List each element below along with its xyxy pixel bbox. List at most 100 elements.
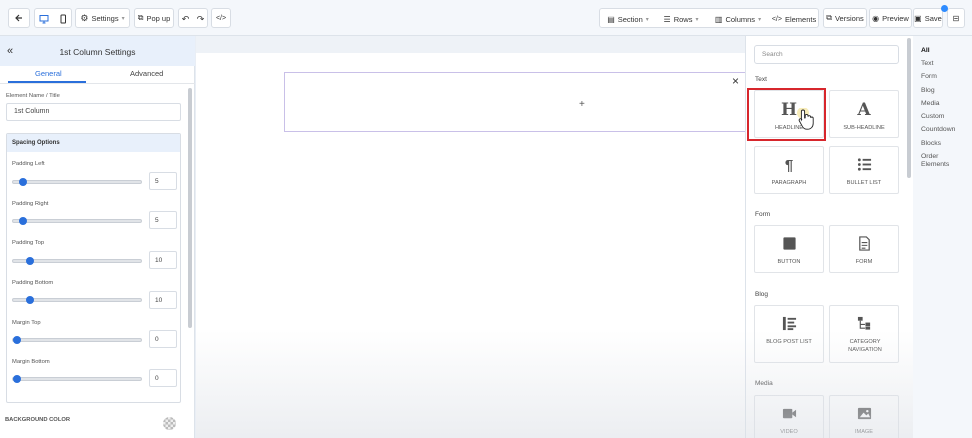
undo-button[interactable]: ↶ [178,9,193,29]
columns-button[interactable]: ▥ Columns ▾ [708,9,768,29]
slider-handle[interactable] [26,257,34,265]
element-search-input[interactable]: Search [754,45,899,64]
video-icon [755,406,823,426]
column-settings-panel: 1st Column Settings « General Advanced E… [0,36,195,438]
slider-handle[interactable] [13,375,21,383]
background-color-label: BACKGROUND COLOR [5,417,71,423]
tab-advanced[interactable]: Advanced [130,69,163,78]
category-custom[interactable]: Custom [921,113,944,121]
slider-handle[interactable] [26,296,34,304]
elements-button[interactable]: </> Elements [770,9,818,29]
section-icon: ▤ [607,14,615,24]
category-text[interactable]: Text [921,60,933,68]
save-button[interactable]: ▣ Save [913,8,943,28]
gear-icon: ⚙ [80,12,89,23]
slider-handle[interactable] [19,178,27,186]
versions-button[interactable]: ⧉ Versions [823,8,867,28]
editor-canvas: × + [196,36,754,438]
margin-top-input[interactable]: 0 [149,330,177,348]
margin-bottom-slider[interactable] [12,375,142,383]
code-button[interactable]: </> [211,8,231,28]
element-image[interactable]: IMAGE [829,395,899,438]
margin-top-slider[interactable] [12,336,142,344]
form-icon [830,236,898,256]
undo-icon: ↶ [181,13,190,24]
element-category-navigation[interactable]: CATEGORY NAVIGATION [829,305,899,363]
element-form[interactable]: FORM [829,225,899,273]
external-link-icon: ⧉ [137,13,144,22]
category-blog[interactable]: Blog [921,87,935,95]
background-color-swatch[interactable] [163,417,176,430]
top-toolbar: ⚙ Settings ▾ ⧉ Pop up ↶ ↷ </> ▤ Section … [0,0,972,36]
chevron-down-icon: ▾ [695,16,699,23]
padding-left-input[interactable]: 5 [149,172,177,190]
notification-dot [941,5,948,12]
spacing-options: Spacing Options Padding Left 5 Padding R… [6,133,181,403]
padding-top-slider[interactable] [12,257,142,265]
elements-scrollbar[interactable] [907,38,911,178]
category-countdown[interactable]: Countdown [921,126,955,134]
preview-button[interactable]: ◉ Preview [869,8,912,28]
category-navigation-icon [830,316,898,336]
mobile-icon [60,14,66,24]
padding-bottom-slider[interactable] [12,296,142,304]
left-scrollbar[interactable] [188,88,192,328]
panel-header: 1st Column Settings « [0,36,195,66]
desktop-view-button[interactable] [34,9,53,29]
element-category-list: All Text Form Blog Media Custom Countdow… [913,36,972,438]
chevron-down-icon: ▾ [121,15,125,22]
element-blog-post-list[interactable]: BLOG POST LIST [754,305,824,363]
sub-headline-icon: A [857,100,871,120]
settings-button[interactable]: ⚙ Settings ▾ [75,8,130,28]
columns-icon: ▥ [714,14,723,24]
save-icon: ▣ [914,13,922,23]
rows-button[interactable]: ☰ Rows ▾ [656,9,706,29]
padding-right-input[interactable]: 5 [149,211,177,229]
group-title-media: Media [755,380,773,387]
element-button[interactable]: BUTTON [754,225,824,273]
chevron-down-icon: ▾ [645,16,649,23]
popup-button[interactable]: ⧉ Pop up [134,8,174,28]
padding-left-slider[interactable] [12,178,142,186]
margin-bottom-input[interactable]: 0 [149,369,177,387]
element-bullet-list[interactable]: BULLET LIST [829,146,899,194]
back-button[interactable] [8,8,30,28]
tab-divider [0,83,195,84]
panel-title: 1st Column Settings [59,47,136,57]
publish-button[interactable]: ⊟ [947,8,965,28]
padding-bottom-label: Padding Bottom [12,280,54,286]
collapse-icon[interactable]: « [7,45,13,57]
category-all[interactable]: All [921,47,930,55]
category-order-elements[interactable]: Order Elements [921,153,967,169]
rows-icon: ☰ [663,14,671,24]
chevron-down-icon: ▾ [758,16,762,23]
redo-icon: ↷ [196,13,205,24]
mobile-view-button[interactable] [53,9,72,29]
group-title-blog: Blog [755,291,769,298]
category-blocks[interactable]: Blocks [921,140,941,148]
element-name-input[interactable]: 1st Column [6,103,181,121]
element-name-label: Element Name / Title [6,93,60,99]
padding-bottom-input[interactable]: 10 [149,291,177,309]
tab-general[interactable]: General [35,69,62,78]
empty-column[interactable]: + [284,72,754,132]
category-form[interactable]: Form [921,73,937,81]
button-icon [755,236,823,256]
padding-top-input[interactable]: 10 [149,251,177,269]
slider-handle[interactable] [19,217,27,225]
section-button[interactable]: ▤ Section ▾ [602,9,654,29]
padding-top-label: Padding Top [12,240,45,246]
add-element-icon[interactable]: + [579,99,585,110]
group-title-text: Text [755,76,767,83]
element-sub-headline[interactable]: A SUB-HEADLINE [829,90,899,138]
history-icon: ⧉ [826,13,832,22]
element-video[interactable]: VIDEO [754,395,824,438]
element-paragraph[interactable]: ¶ PARAGRAPH [754,146,824,194]
spacing-options-title: Spacing Options [7,134,180,152]
redo-button[interactable]: ↷ [193,9,208,29]
slider-handle[interactable] [13,336,21,344]
margin-bottom-label: Margin Bottom [12,359,50,365]
padding-right-slider[interactable] [12,217,142,225]
category-media[interactable]: Media [921,100,940,108]
desktop-icon [39,15,48,24]
